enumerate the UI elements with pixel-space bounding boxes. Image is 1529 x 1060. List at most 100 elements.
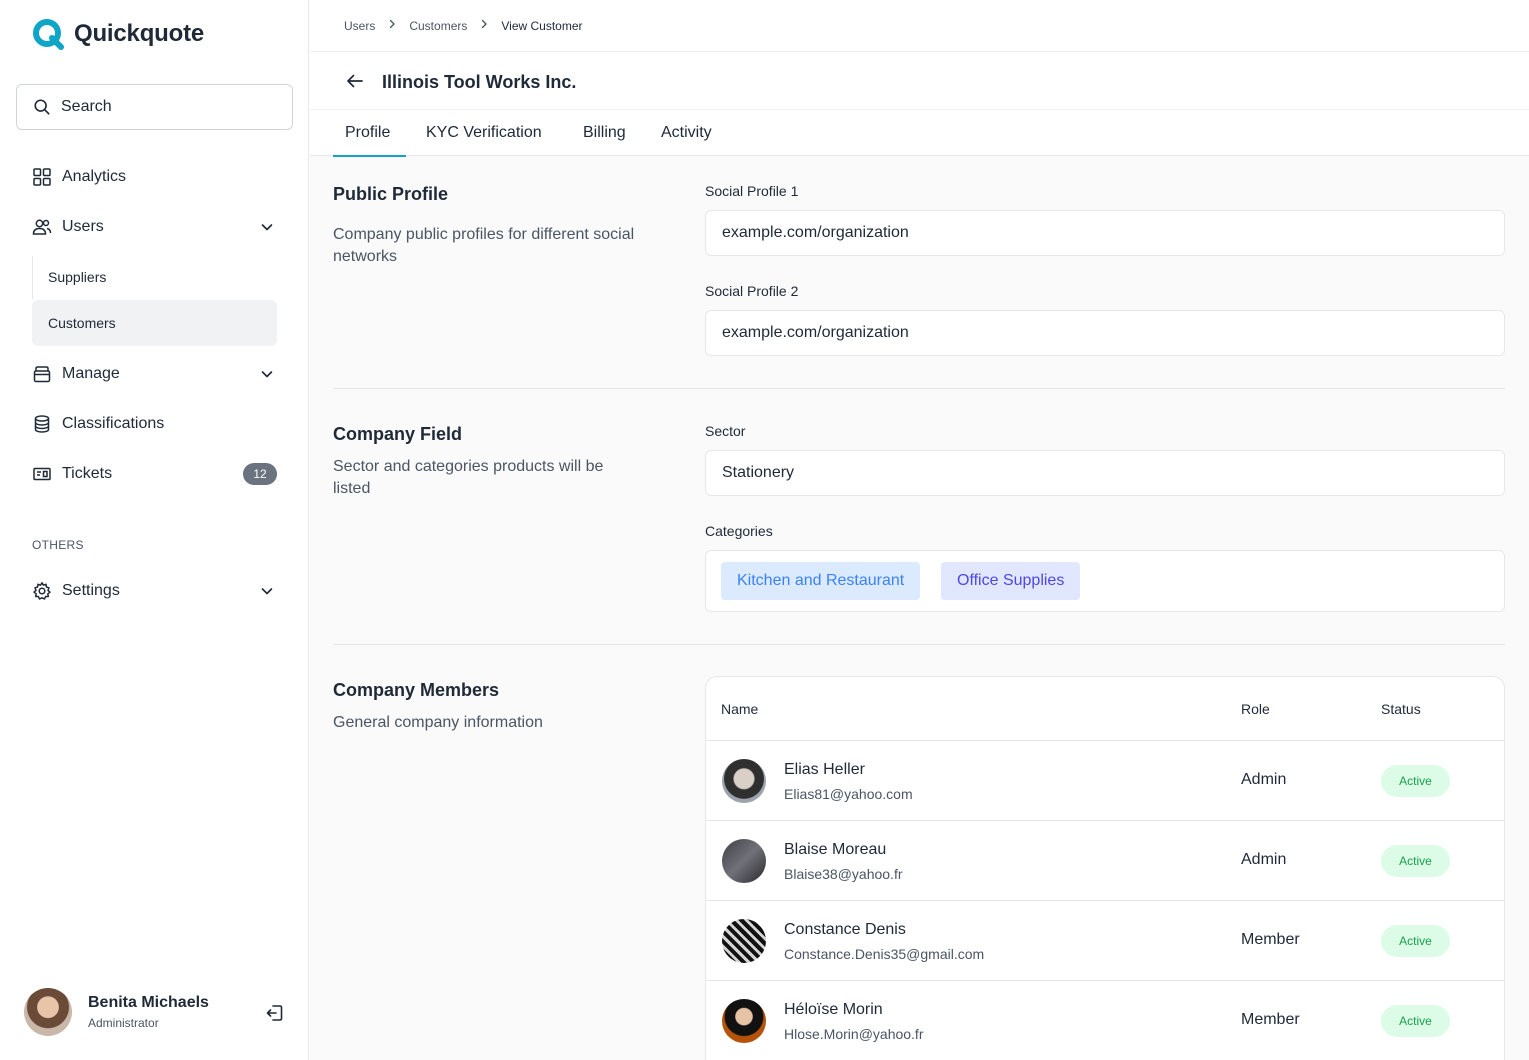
current-user: Benita Michaels Administrator: [24, 988, 286, 1036]
logo[interactable]: Quickquote: [32, 18, 204, 50]
member-name: Elias Heller: [784, 761, 865, 778]
category-chip[interactable]: Kitchen and Restaurant: [721, 562, 921, 600]
chevron-right-icon: [385, 18, 399, 33]
page-title: Illinois Tool Works Inc.: [382, 72, 577, 92]
member-role: Member: [1241, 931, 1300, 948]
sidebar-item-label: Settings: [62, 582, 120, 599]
sidebar-subitem-customers[interactable]: Customers: [32, 300, 277, 346]
main-content: Users Customers View Customer Illinois T…: [310, 0, 1529, 1060]
member-email: Hlose.Morin@yahoo.fr: [784, 1026, 924, 1042]
sidebar: Quickquote Search Analytics Users Suppli…: [0, 0, 309, 1060]
breadcrumb: Users Customers View Customer: [310, 0, 1529, 52]
table-row[interactable]: Héloïse Morin Hlose.Morin@yahoo.fr Membe…: [706, 981, 1504, 1060]
categories-field[interactable]: Kitchen and Restaurant Office Supplies: [705, 550, 1505, 612]
social-profile-2-value: example.com/organization: [722, 324, 909, 341]
chevron-down-icon[interactable]: [257, 364, 277, 384]
user-name: Benita Michaels: [88, 994, 209, 1011]
section-divider: [333, 388, 1505, 389]
search-placeholder: Search: [61, 98, 112, 115]
sidebar-item-label: Manage: [62, 365, 120, 382]
category-chip[interactable]: Office Supplies: [941, 562, 1081, 600]
back-arrow-icon[interactable]: [344, 70, 366, 92]
sidebar-item-label: Users: [62, 218, 104, 235]
sidebar-item-label: Classifications: [62, 415, 165, 432]
sidebar-item-manage[interactable]: Manage: [32, 354, 277, 394]
search-icon: [34, 99, 50, 115]
gear-icon: [32, 581, 52, 601]
sidebar-subitem-suppliers[interactable]: Suppliers: [32, 254, 277, 300]
tab-activity[interactable]: Activity: [661, 110, 712, 156]
member-role: Member: [1241, 1011, 1300, 1028]
member-email: Blaise38@yahoo.fr: [784, 866, 903, 882]
avatar: [722, 759, 766, 803]
sidebar-item-settings[interactable]: Settings: [32, 571, 277, 611]
company-field-description: Sector and categories products will be l…: [333, 458, 604, 497]
avatar: [722, 919, 766, 963]
section-divider: [333, 644, 1505, 645]
avatar: [722, 999, 766, 1043]
others-section-title: OTHERS: [32, 538, 84, 552]
breadcrumb-item-customers[interactable]: Customers: [409, 19, 467, 33]
sidebar-item-tickets[interactable]: Tickets 12: [32, 454, 277, 494]
database-icon: [32, 414, 52, 434]
tab-billing[interactable]: Billing: [583, 110, 626, 156]
tab-kyc-verification[interactable]: KYC Verification: [426, 110, 542, 156]
chevron-down-icon[interactable]: [257, 581, 277, 601]
social-profile-1-field[interactable]: example.com/organization: [705, 210, 1505, 256]
chevron-right-icon: [477, 18, 491, 33]
company-members-title: Company Members: [333, 680, 500, 700]
sidebar-subitem-label: Suppliers: [48, 269, 107, 285]
search-input[interactable]: Search: [16, 84, 293, 130]
member-email: Constance.Denis35@gmail.com: [784, 946, 985, 962]
ticket-icon: [32, 464, 52, 484]
status-badge: Active: [1381, 925, 1450, 957]
tab-profile[interactable]: Profile: [332, 110, 407, 157]
logout-icon[interactable]: [264, 1002, 286, 1024]
member-name: Blaise Moreau: [784, 841, 887, 858]
box-icon: [32, 364, 52, 384]
member-name: Constance Denis: [784, 921, 906, 938]
public-profile-description: Company public profiles for different so…: [333, 226, 635, 265]
company-field-title: Company Field: [333, 424, 463, 444]
tickets-count-badge: 12: [243, 463, 277, 485]
breadcrumb-item-users[interactable]: Users: [344, 19, 375, 33]
social-profile-2-field[interactable]: example.com/organization: [705, 310, 1505, 356]
column-header-name: Name: [721, 700, 759, 717]
status-badge: Active: [1381, 1005, 1450, 1037]
member-role: Admin: [1241, 771, 1287, 788]
sidebar-subitem-label: Customers: [48, 315, 116, 331]
table-row[interactable]: Blaise Moreau Blaise38@yahoo.fr Admin Ac…: [706, 821, 1504, 901]
categories-label: Categories: [705, 523, 773, 539]
column-header-status: Status: [1381, 700, 1421, 717]
members-table: Name Role Status Elias Heller Elias81@ya…: [705, 676, 1505, 1060]
sidebar-item-users[interactable]: Users: [32, 207, 277, 247]
user-role: Administrator: [88, 1016, 159, 1030]
breadcrumb-item-current: View Customer: [501, 18, 583, 33]
social-profile-2-label: Social Profile 2: [705, 283, 799, 299]
sidebar-item-analytics[interactable]: Analytics: [32, 157, 277, 197]
column-header-role: Role: [1241, 700, 1270, 717]
page-header: Illinois Tool Works Inc.: [310, 52, 1529, 110]
table-row[interactable]: Elias Heller Elias81@yahoo.com Admin Act…: [706, 741, 1504, 821]
quickquote-logo-icon: [32, 18, 64, 50]
member-role: Admin: [1241, 851, 1287, 868]
sector-label: Sector: [705, 423, 746, 439]
users-icon: [32, 217, 52, 237]
chevron-down-icon[interactable]: [257, 217, 277, 237]
table-row[interactable]: Constance Denis Constance.Denis35@gmail.…: [706, 901, 1504, 981]
sector-field[interactable]: Stationery: [705, 450, 1505, 496]
social-profile-1-label: Social Profile 1: [705, 183, 799, 199]
avatar[interactable]: [24, 988, 72, 1036]
sidebar-item-label: Tickets: [62, 465, 113, 482]
sidebar-item-label: Analytics: [62, 168, 127, 185]
company-members-description: General company information: [333, 714, 543, 731]
sector-value: Stationery: [722, 464, 795, 481]
tab-bar: Profile KYC Verification Billing Activit…: [310, 110, 1529, 157]
app-name: Quickquote: [74, 20, 205, 47]
grid-icon: [32, 167, 52, 187]
member-name: Héloïse Morin: [784, 1001, 883, 1018]
sidebar-item-classifications[interactable]: Classifications: [32, 404, 277, 444]
social-profile-1-value: example.com/organization: [722, 224, 909, 241]
status-badge: Active: [1381, 845, 1450, 877]
status-badge: Active: [1381, 765, 1450, 797]
